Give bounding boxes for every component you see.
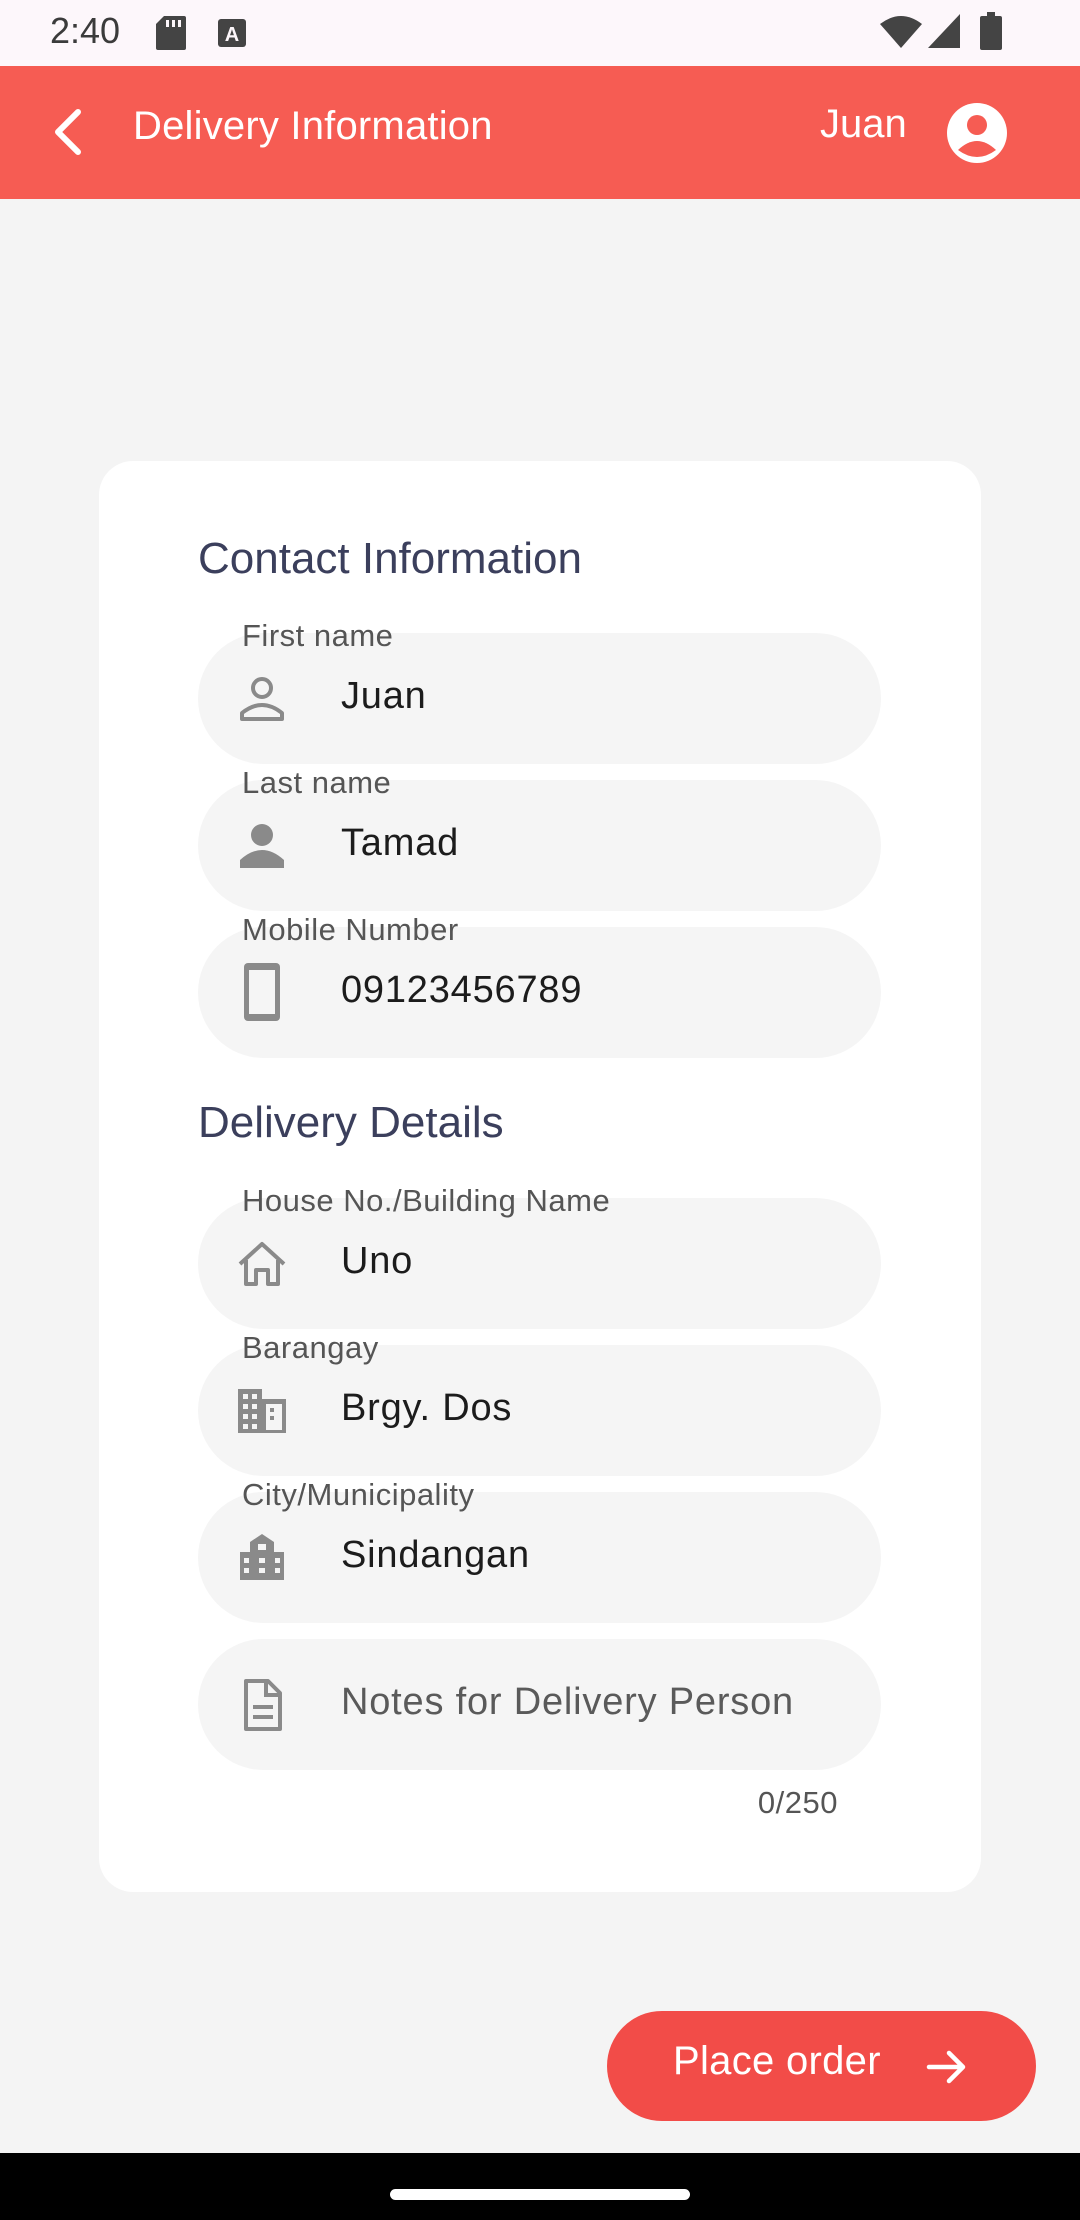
person-icon xyxy=(240,824,284,868)
app-bar: Delivery Information Juan xyxy=(0,66,1080,199)
first-name-label: First name xyxy=(242,618,394,653)
place-order-label: Place order xyxy=(673,2039,881,2083)
first-name-value: Juan xyxy=(341,675,427,717)
status-time: 2:40 xyxy=(50,10,121,51)
delivery-notes-placeholder: Notes for Delivery Person xyxy=(341,1681,794,1723)
home-indicator[interactable] xyxy=(390,2189,690,2200)
house-building-value: Uno xyxy=(341,1240,414,1282)
arrow-right-icon xyxy=(926,2050,966,2084)
screen: 2:40 A Delivery Information Juan Contact… xyxy=(0,0,1080,2220)
last-name-label: Last name xyxy=(242,765,392,800)
contact-section-title: Contact Information xyxy=(198,534,582,583)
city-municipality-value: Sindangan xyxy=(341,1534,530,1576)
place-order-button[interactable]: Place order xyxy=(607,2011,1036,2121)
document-icon xyxy=(244,1679,282,1731)
sd-card-icon xyxy=(156,16,186,50)
wifi-icon xyxy=(880,16,922,48)
mobile-number-value: 09123456789 xyxy=(341,969,583,1011)
building-icon xyxy=(238,1389,286,1433)
delivery-notes-field[interactable]: Notes for Delivery Person xyxy=(198,1639,881,1770)
page-title: Delivery Information xyxy=(133,104,493,148)
text-a-icon: A xyxy=(218,19,246,47)
signal-icon xyxy=(928,14,960,48)
mobile-number-label: Mobile Number xyxy=(242,912,459,947)
home-icon xyxy=(238,1242,286,1286)
person-outline-icon xyxy=(240,677,284,721)
barangay-value: Brgy. Dos xyxy=(341,1387,513,1429)
notes-character-counter: 0/250 xyxy=(757,1785,838,1820)
city-icon xyxy=(240,1534,284,1580)
status-bar: 2:40 A xyxy=(0,0,1080,66)
last-name-value: Tamad xyxy=(341,822,460,864)
delivery-form-card: Contact Information Juan First name Tama… xyxy=(99,461,981,1892)
phone-icon xyxy=(244,963,280,1021)
barangay-label: Barangay xyxy=(242,1330,379,1365)
delivery-section-title: Delivery Details xyxy=(198,1098,504,1147)
house-building-label: House No./Building Name xyxy=(242,1183,611,1218)
svg-text:A: A xyxy=(225,24,239,46)
battery-icon xyxy=(980,12,1002,50)
account-circle-icon[interactable] xyxy=(946,102,1008,164)
navigation-bar xyxy=(0,2153,1080,2220)
city-municipality-label: City/Municipality xyxy=(242,1477,475,1512)
back-arrow-icon[interactable] xyxy=(40,102,100,162)
user-name: Juan xyxy=(820,102,907,146)
